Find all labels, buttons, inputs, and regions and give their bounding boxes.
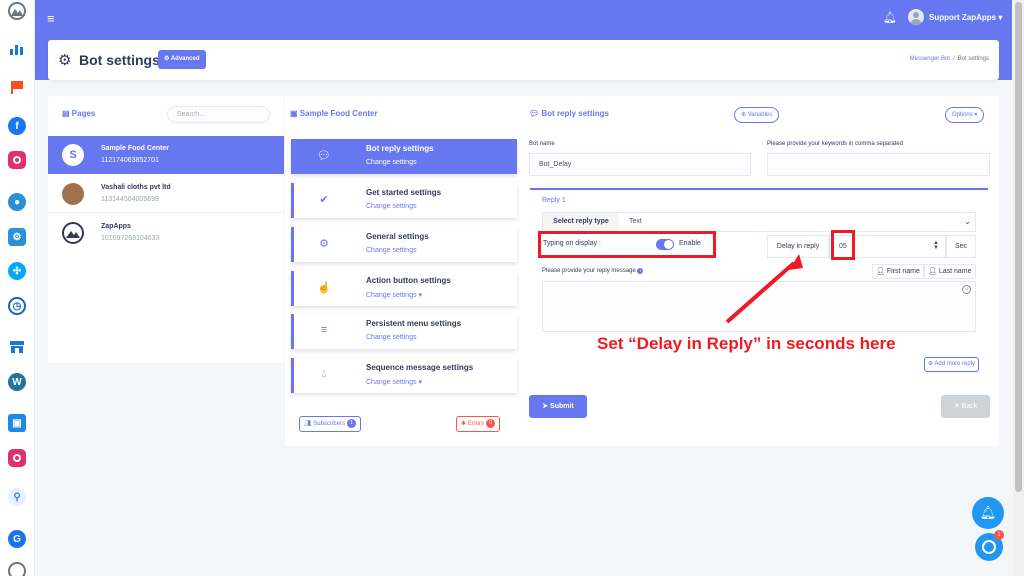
- menu-get-started-settings[interactable]: ✔ Get started settings Change settings: [291, 183, 517, 218]
- reply-message-label: Please provide your reply message i: [542, 268, 644, 274]
- bell-icon[interactable]: 🔔︎: [883, 11, 897, 24]
- page-avatar: [62, 183, 84, 205]
- bot-name-label: Bot name: [529, 141, 555, 147]
- breadcrumb-link[interactable]: Messenger Bot: [910, 56, 950, 62]
- instagram-icon[interactable]: [8, 151, 26, 169]
- network-icon[interactable]: ✣: [8, 262, 26, 280]
- advanced-button[interactable]: ⚙ Advanced: [158, 50, 206, 69]
- variables-button[interactable]: ⊕ Variables: [734, 107, 780, 123]
- sec-label: Sec: [946, 235, 976, 258]
- typing-toggle[interactable]: [656, 239, 674, 250]
- page-item[interactable]: Vashali cloths pvt ltd 113144504005699: [48, 175, 284, 213]
- droplet-icon: 💧︎: [321, 368, 327, 380]
- submit-button[interactable]: ➤ Submit: [529, 395, 587, 418]
- search-icon[interactable]: ⚲: [8, 488, 26, 506]
- chevron-down-icon: ⌄: [964, 217, 971, 226]
- info-icon: i: [637, 268, 644, 274]
- breadcrumb-current: Bot settings: [957, 56, 989, 62]
- pages-title: ▤ Pages: [62, 109, 96, 118]
- page-item[interactable]: S Sample Food Center 112174063852701: [48, 136, 284, 174]
- users-icon[interactable]: ●: [8, 193, 26, 211]
- reply-title[interactable]: Reply 1: [542, 197, 566, 204]
- menu-persistent-menu-settings[interactable]: ≡ Persistent menu settings Change settin…: [291, 314, 517, 349]
- wordpress-icon[interactable]: W: [8, 373, 26, 391]
- pages-panel: ▤ Pages Search... S Sample Food Center 1…: [48, 96, 284, 363]
- emoji-icon[interactable]: ☺: [962, 285, 971, 294]
- list-icon: ≡: [320, 324, 328, 336]
- subscribers-button[interactable]: 👥︎ Subscribers 1: [299, 416, 361, 432]
- chat-badge: 1: [994, 530, 1004, 540]
- store-icon[interactable]: [8, 338, 26, 356]
- annotation-callout: Set “Delay in Reply” in seconds here: [597, 334, 896, 353]
- settings-icon[interactable]: ⚙: [8, 228, 26, 246]
- keywords-input[interactable]: [767, 153, 990, 176]
- first-name-button[interactable]: 👤︎ First name: [872, 264, 924, 279]
- users-icon: 👥︎: [304, 421, 312, 427]
- annotation-arrow: [725, 254, 803, 324]
- scrollbar[interactable]: [1013, 0, 1024, 576]
- left-icon-bar: f ● ⚙ ✣ ◷ W ▣ ⚲ G: [0, 0, 35, 576]
- reply-panel-title: 💬︎ Bot reply settings: [529, 109, 609, 118]
- check-circle-icon: ✔: [319, 194, 329, 206]
- clock-icon[interactable]: ◷: [8, 297, 26, 315]
- back-button[interactable]: ✕ Back: [941, 395, 990, 418]
- google-icon[interactable]: G: [8, 530, 26, 548]
- gear-icon: ⚙: [319, 238, 329, 250]
- hamburger-icon[interactable]: ≡: [47, 11, 55, 26]
- page-title: Bot settings: [79, 52, 160, 68]
- menu-general-settings[interactable]: ⚙ General settings Change settings: [291, 227, 517, 262]
- page-avatar: [62, 222, 84, 244]
- search-input[interactable]: Search...: [167, 106, 270, 123]
- user-menu[interactable]: Support ZapApps ▾: [929, 13, 1002, 22]
- facebook-icon[interactable]: f: [8, 117, 26, 135]
- last-name-button[interactable]: 👤︎ Last name: [924, 264, 976, 279]
- logo-icon[interactable]: [8, 2, 26, 20]
- flag-icon[interactable]: [8, 78, 26, 96]
- options-dropdown[interactable]: Options ▾: [945, 107, 985, 123]
- bug-icon: ✱: [461, 421, 467, 427]
- settings-menu-panel: ▣ Sample Food Center 💬︎ Bot reply settin…: [285, 96, 523, 446]
- typing-on-display-group: Typing on display : Enable: [538, 231, 716, 258]
- image-icon[interactable]: ▣: [8, 414, 26, 432]
- page-avatar: S: [62, 144, 84, 166]
- analytics-icon[interactable]: [8, 40, 26, 58]
- menu-title: ▣ Sample Food Center: [290, 109, 378, 118]
- page-item[interactable]: ZapApps 101697268104633: [48, 214, 284, 252]
- notification-fab[interactable]: 🔔︎: [972, 497, 1004, 529]
- mountain-icon[interactable]: [8, 562, 26, 576]
- instagram-icon-2[interactable]: [8, 449, 26, 467]
- delay-highlight: [831, 230, 855, 260]
- breadcrumb: Messenger Bot / Bot settings: [909, 56, 989, 62]
- chat-icon: 💬︎: [317, 150, 331, 162]
- pointer-icon: ☝: [317, 282, 331, 294]
- add-more-reply-button[interactable]: ⊕ Add more reply: [924, 357, 980, 372]
- errors-button[interactable]: ✱ Errors 0: [456, 416, 501, 432]
- menu-action-button-settings[interactable]: ☝ Action button settings Change settings…: [291, 271, 517, 306]
- avatar[interactable]: [908, 9, 924, 25]
- gears-icon: ⚙: [58, 52, 72, 69]
- spinner-icon[interactable]: ▲ ▼: [933, 240, 939, 251]
- bot-name-input[interactable]: Bot_Delay: [529, 153, 751, 176]
- divider: [530, 188, 988, 190]
- menu-bot-reply-settings[interactable]: 💬︎ Bot reply settings Change settings: [291, 139, 517, 174]
- menu-sequence-message-settings[interactable]: 💧︎ Sequence message settings Change sett…: [291, 358, 517, 393]
- keywords-label: Please provide your keywords in comma se…: [767, 141, 904, 147]
- section-header: ⚙ Bot settings ⚙ Advanced Messenger Bot /…: [48, 40, 999, 80]
- reply-type-select[interactable]: Select reply type Text ⌄: [542, 212, 976, 232]
